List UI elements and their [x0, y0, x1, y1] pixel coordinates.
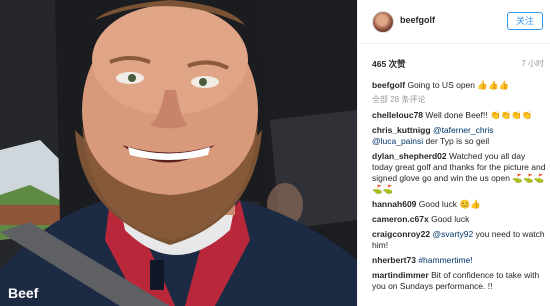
comments-list: beefgolf Going to US open 👍👍👍 全部 28 条评论 … — [372, 80, 546, 304]
comment-username[interactable]: martindimmer — [372, 270, 429, 280]
comment-mention[interactable]: @luca_painsi — [372, 136, 423, 146]
comment-text: der Typ is so geil — [425, 136, 490, 146]
comment-username[interactable]: cameron.c67x — [372, 214, 429, 224]
selfie-illustration: Beef — [0, 0, 357, 306]
comment-username[interactable]: nherbert73 — [372, 255, 416, 265]
header-username[interactable]: beefgolf — [400, 15, 435, 25]
comment-text: Well done Beef!! — [425, 110, 488, 120]
comment-item: hannah609 Good luck 😊👍 — [372, 199, 546, 210]
comment-username[interactable]: chris_kuttnigg — [372, 125, 431, 135]
comment-text: Good luck — [431, 214, 470, 224]
likes-count[interactable]: 465 次赞 — [372, 58, 406, 70]
likes-row: 465 次赞 7 小时 — [372, 58, 544, 72]
comment-mention[interactable]: @taferner_chris — [433, 125, 494, 135]
comment-username[interactable]: hannah609 — [372, 199, 416, 209]
follow-button[interactable]: 关注 — [507, 12, 543, 30]
comment-item: nherbert73 #hammertime! — [372, 255, 546, 266]
comment-item: chellelouc78 Well done Beef!! 👏👏👏👏 — [372, 110, 546, 121]
comment-item: chris_kuttnigg @taferner_chris @luca_pai… — [372, 125, 546, 147]
post-sidebar: beefgolf 关注 465 次赞 7 小时 beefgolf Going t… — [357, 0, 550, 306]
caption-emoji: 👍👍👍 — [477, 80, 510, 90]
shirt-text: Beef — [8, 285, 39, 301]
comment-emoji: 😊👍 — [459, 199, 481, 209]
comment-username[interactable]: dylan_shepherd02 — [372, 151, 447, 161]
post-time: 7 小时 — [521, 59, 544, 68]
comment-item: craigconroy22 @svarty92 you need to watc… — [372, 229, 546, 251]
comment-username[interactable]: chellelouc78 — [372, 110, 423, 120]
view-all-comments-link[interactable]: 全部 28 条评论 — [372, 94, 546, 105]
comment-item: cameron.c67x Good luck — [372, 214, 546, 225]
comment-hashtag[interactable]: #hammertime! — [418, 255, 472, 265]
comment-emoji: 👏👏👏👏 — [490, 110, 533, 120]
comment-item: martindimmer Bit of confidence to take w… — [372, 270, 546, 292]
comment-username[interactable]: craigconroy22 — [372, 229, 430, 239]
caption: beefgolf Going to US open 👍👍👍 — [372, 80, 546, 91]
comment-item: dylan_shepherd02 Watched you all day tod… — [372, 151, 546, 195]
post-photo: Beef — [0, 0, 357, 306]
comment-text: Good luck — [418, 199, 458, 209]
caption-text: Going to US open — [407, 80, 476, 90]
post-header: beefgolf 关注 — [358, 0, 550, 44]
caption-username[interactable]: beefgolf — [372, 80, 405, 90]
profile-avatar[interactable] — [372, 11, 394, 33]
comment-mention[interactable]: @svarty92 — [433, 229, 474, 239]
